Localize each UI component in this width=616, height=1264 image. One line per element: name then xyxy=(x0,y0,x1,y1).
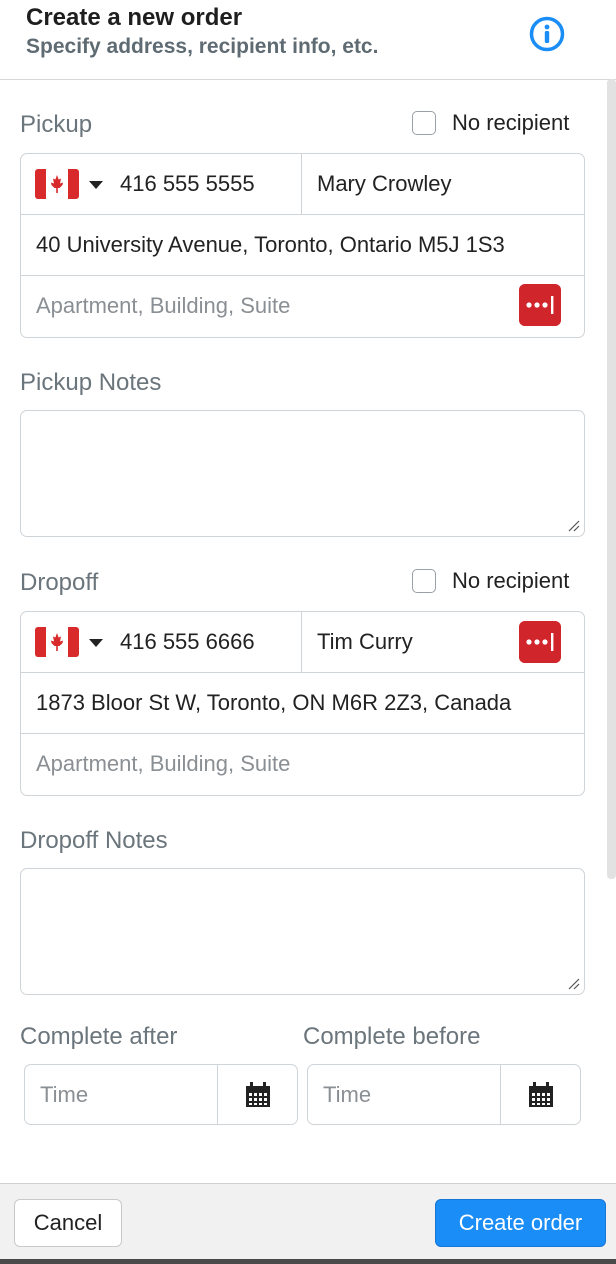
pickup-no-recipient-checkbox[interactable] xyxy=(412,111,436,135)
cancel-button[interactable]: Cancel xyxy=(14,1199,122,1247)
calendar-icon xyxy=(529,1082,553,1107)
password-manager-icon[interactable] xyxy=(519,621,561,663)
complete-before-calendar-button[interactable] xyxy=(500,1065,580,1124)
dropoff-contact-row: 416 555 6666 Tim Curry xyxy=(21,612,584,673)
dropoff-apartment-input[interactable]: Apartment, Building, Suite xyxy=(36,751,290,777)
dropoff-no-recipient[interactable]: No recipient xyxy=(412,568,569,594)
dialog-footer: Cancel Create order xyxy=(0,1183,616,1264)
pickup-phone-cell: 416 555 5555 xyxy=(21,154,302,214)
dialog-header: Create a new order Specify address, reci… xyxy=(0,0,616,80)
pickup-apartment-row: Apartment, Building, Suite xyxy=(21,276,584,337)
complete-before-label: Complete before xyxy=(303,1023,481,1050)
create-order-button[interactable]: Create order xyxy=(435,1199,606,1247)
dropoff-address-group: 416 555 6666 Tim Curry 1873 Bloor St W, … xyxy=(20,611,585,796)
complete-after-input-group: Time xyxy=(24,1064,298,1125)
complete-before-time-input[interactable]: Time xyxy=(323,1082,371,1108)
dialog-title: Create a new order xyxy=(26,4,243,31)
dropoff-notes-textarea[interactable] xyxy=(20,868,585,995)
complete-after-label: Complete after xyxy=(20,1023,178,1050)
dropoff-no-recipient-label: No recipient xyxy=(452,568,570,593)
dropoff-address-row: 1873 Bloor St W, Toronto, ON M6R 2Z3, Ca… xyxy=(21,673,584,734)
pickup-label: Pickup xyxy=(20,111,93,138)
scrollbar[interactable] xyxy=(607,79,616,879)
dropoff-notes-label: Dropoff Notes xyxy=(20,827,168,854)
pickup-no-recipient[interactable]: No recipient xyxy=(412,110,569,136)
complete-after-time-input[interactable]: Time xyxy=(40,1082,88,1108)
password-manager-icon[interactable] xyxy=(519,284,561,326)
complete-before-input-group: Time xyxy=(307,1064,581,1125)
pickup-address-row: 40 University Avenue, Toronto, Ontario M… xyxy=(21,215,584,276)
pickup-phone-input[interactable]: 416 555 5555 xyxy=(120,171,255,197)
calendar-icon xyxy=(246,1082,270,1107)
pickup-notes-textarea[interactable] xyxy=(20,410,585,537)
pickup-apartment-input[interactable]: Apartment, Building, Suite xyxy=(36,293,290,319)
pickup-address-input[interactable]: 40 University Avenue, Toronto, Ontario M… xyxy=(36,232,505,258)
country-dropdown-caret-icon[interactable] xyxy=(89,639,103,647)
pickup-name-input[interactable]: Mary Crowley xyxy=(317,171,451,197)
dialog-subtitle: Specify address, recipient info, etc. xyxy=(26,35,379,58)
dropoff-apartment-row: Apartment, Building, Suite xyxy=(21,734,584,795)
dropoff-address-input[interactable]: 1873 Bloor St W, Toronto, ON M6R 2Z3, Ca… xyxy=(36,690,511,716)
dropoff-label: Dropoff xyxy=(20,569,99,596)
canada-flag-icon[interactable] xyxy=(35,627,79,657)
dropoff-phone-input[interactable]: 416 555 6666 xyxy=(120,629,255,655)
country-dropdown-caret-icon[interactable] xyxy=(89,181,103,189)
canada-flag-icon[interactable] xyxy=(35,169,79,199)
dropoff-name-input[interactable]: Tim Curry xyxy=(317,629,413,655)
info-icon[interactable] xyxy=(529,16,565,52)
dropoff-no-recipient-checkbox[interactable] xyxy=(412,569,436,593)
complete-after-calendar-button[interactable] xyxy=(217,1065,297,1124)
window-bottom-edge xyxy=(0,1259,616,1264)
pickup-address-group: 416 555 5555 Mary Crowley 40 University … xyxy=(20,153,585,338)
resize-handle-icon[interactable] xyxy=(568,520,580,532)
pickup-contact-row: 416 555 5555 Mary Crowley xyxy=(21,154,584,215)
resize-handle-icon[interactable] xyxy=(568,978,580,990)
dropoff-phone-cell: 416 555 6666 xyxy=(21,612,302,672)
pickup-notes-label: Pickup Notes xyxy=(20,369,162,396)
pickup-no-recipient-label: No recipient xyxy=(452,110,570,135)
